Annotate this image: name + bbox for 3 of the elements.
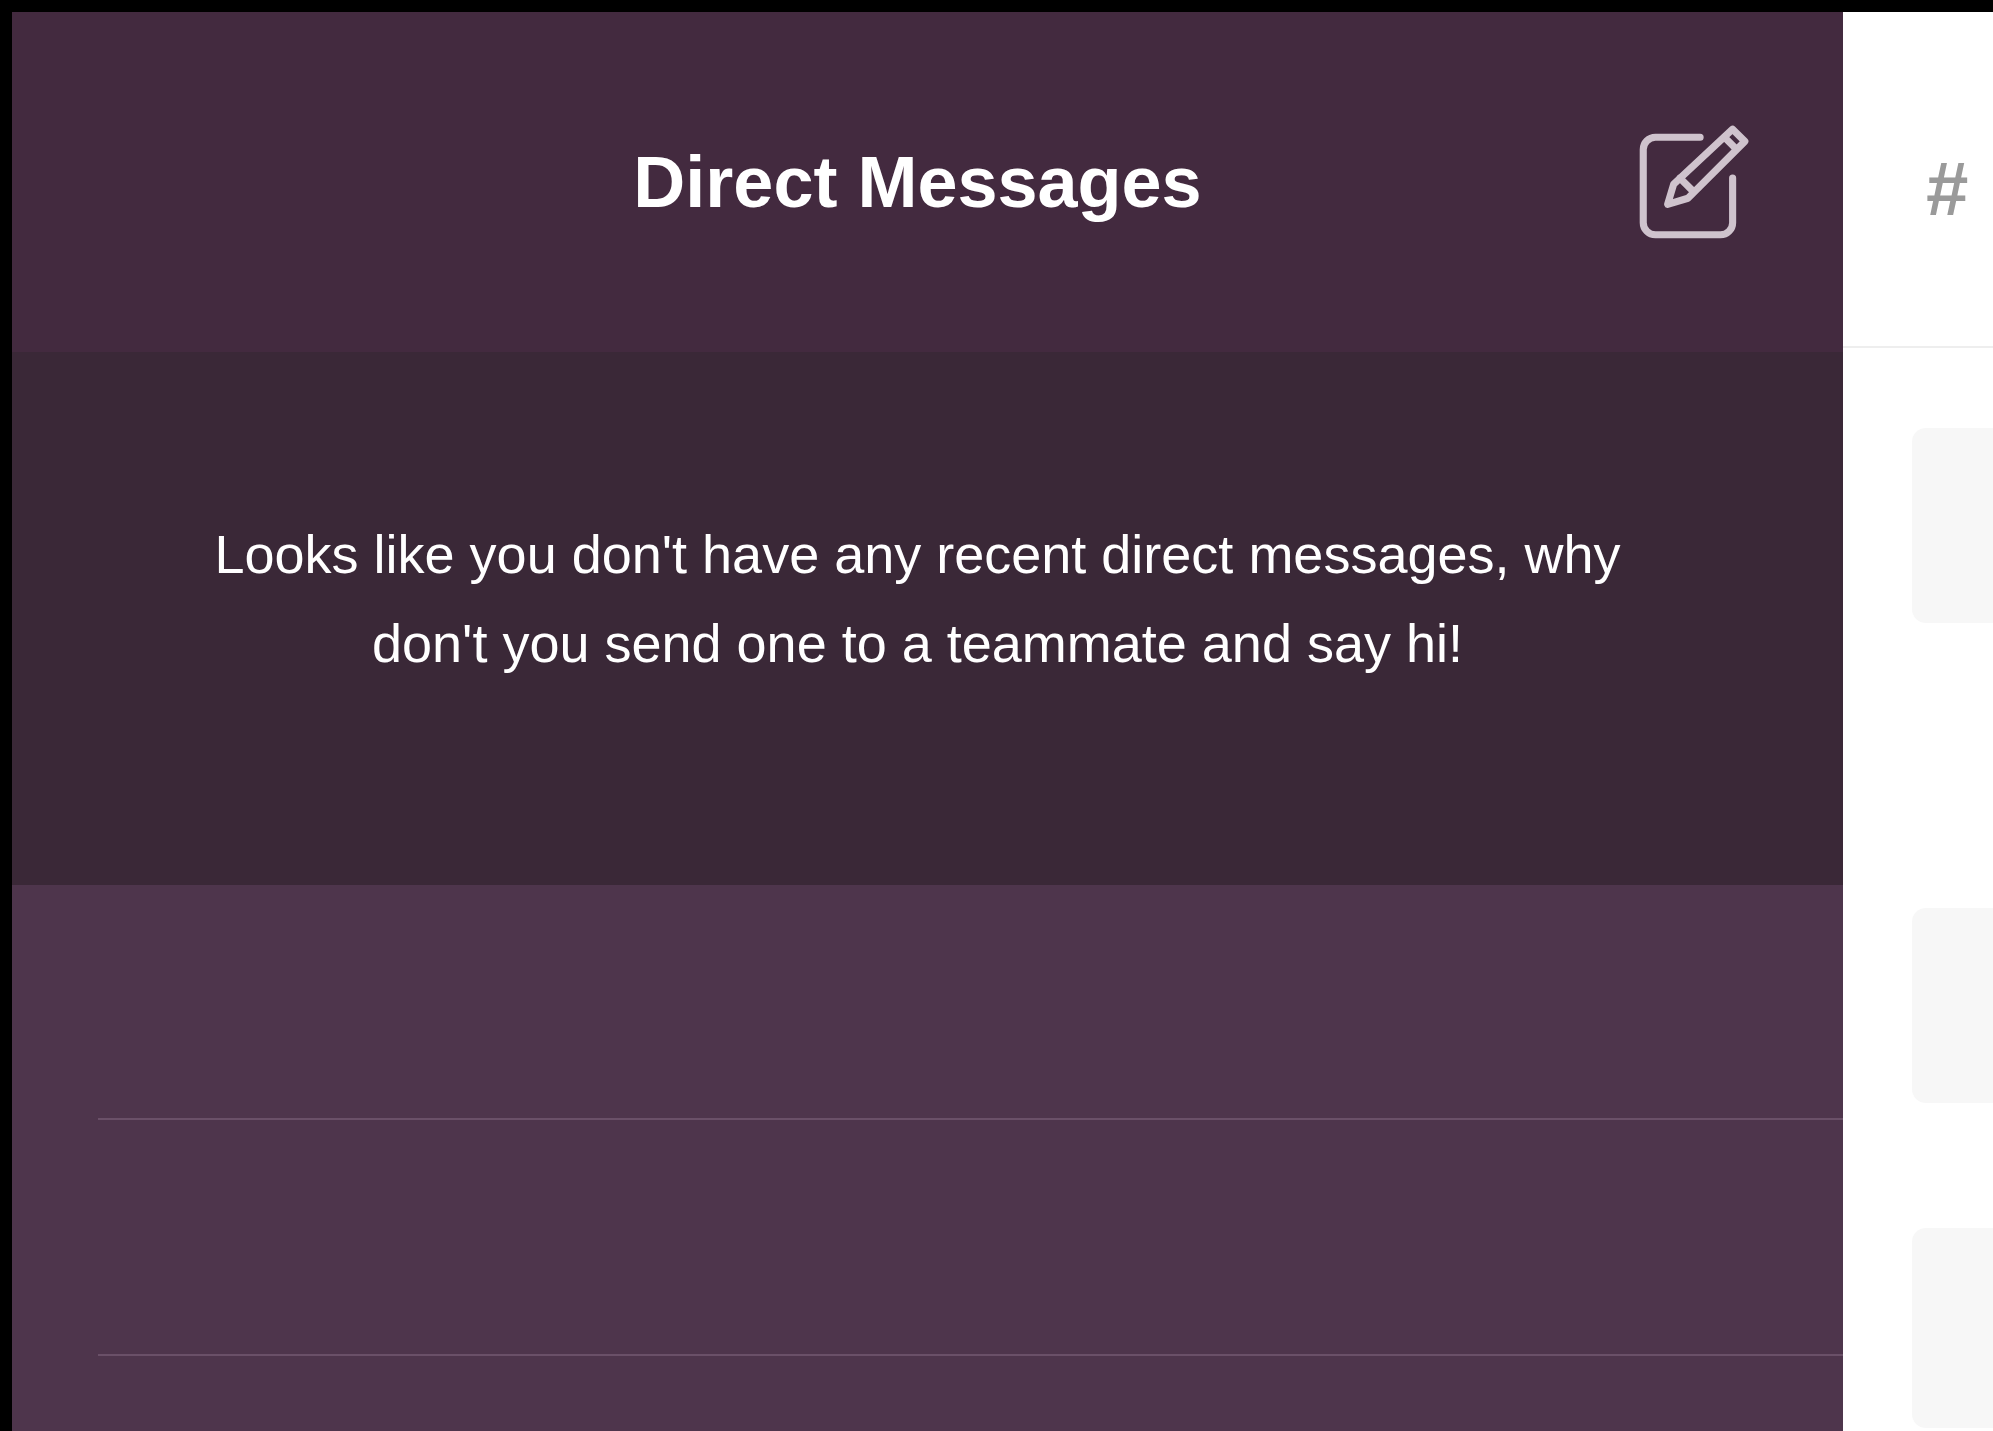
empty-message: Looks like you don't have any recent direct messages, why don't you send one to a teammate and say hi! [213, 522, 1622, 675]
channel-hash: # [1925, 145, 1968, 233]
panel-title: Direct Messages [633, 141, 1202, 224]
